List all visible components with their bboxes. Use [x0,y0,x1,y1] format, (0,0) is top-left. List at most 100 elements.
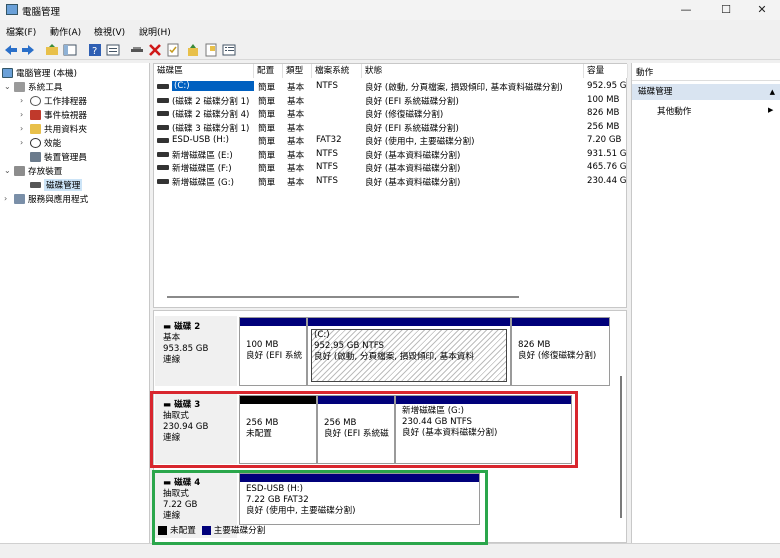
tree-item-label: 電腦管理 (本機) [16,68,77,79]
volume-icon [157,84,169,89]
column-volume[interactable]: 磁碟區 [154,64,254,78]
up-folder-icon[interactable] [45,43,59,57]
expander-icon[interactable]: ⌄ [4,166,14,175]
tree-item-performance[interactable]: › 效能 [20,136,61,149]
volume-type: 基本 [287,150,305,161]
volume-row[interactable]: (磁碟 2 磁碟分割 1) 簡單 基本 良好 (EFI 系統磁碟分割) 100 … [154,94,628,108]
tree-item-computer-management[interactable]: 電腦管理 (本機) [2,66,77,79]
volume-layout: 簡單 [258,150,276,161]
show-hide-tree-icon[interactable] [63,43,77,57]
volume-layout: 簡單 [258,137,276,147]
volume-row[interactable]: (C:) 簡單 基本 NTFS 良好 (啟動, 分頁檔案, 損毀傾印, 基本資料… [154,80,628,94]
volume-layout: 簡單 [258,123,276,134]
volume-icon [157,138,169,143]
partition-size: 952.95 GB NTFS [314,341,385,351]
menu-bar: 檔案(F) 動作(A) 檢視(V) 說明(H) [0,22,780,39]
column-layout[interactable]: 配置 [254,64,283,78]
partition-bar [308,318,510,326]
tree-item-label: 存放裝置 [28,166,63,177]
volume-name: ESD-USB (H:) [172,135,230,145]
partition-block[interactable]: 100 MB 良好 (EFI 系統 [239,317,307,386]
import-icon[interactable] [186,43,200,57]
volume-row[interactable]: (磁碟 2 磁碟分割 4) 簡單 基本 良好 (修復磁碟分割) 826 MB [154,107,628,121]
volume-row[interactable]: 新增磁碟區 (F:) 簡單 基本 NTFS 良好 (基本資料磁碟分割) 465.… [154,161,628,175]
volume-row[interactable]: 新增磁碟區 (E:) 簡單 基本 NTFS 良好 (基本資料磁碟分割) 931.… [154,148,628,162]
help-icon[interactable]: ? [88,43,102,57]
disk-name: ▬ 磁碟 2 [163,322,201,332]
volume-row[interactable]: 新增磁碟區 (G:) 簡單 基本 NTFS 良好 (基本資料磁碟分割) 230.… [154,175,628,189]
delete-icon[interactable] [148,43,162,57]
expander-icon[interactable]: › [20,96,30,105]
back-arrow-icon[interactable] [4,43,18,57]
toolbar: ? [0,40,780,60]
maximize-button[interactable]: ☐ [706,0,746,20]
tree-item-label: 效能 [44,138,62,149]
column-filesystem[interactable]: 檔案系統 [312,64,362,78]
tree-item-shared-folders[interactable]: › 共用資料夾 [20,122,87,135]
volume-icon [157,178,169,184]
actions-section-disk-management[interactable]: 磁碟管理 ▲ [632,84,780,100]
expander-icon[interactable]: › [20,138,30,147]
partition-block[interactable]: (C:) 952.95 GB NTFS 良好 (啟動, 分頁檔案, 損毀傾印, … [307,317,511,386]
volume-filesystem: NTFS [316,81,338,91]
volume-list: 磁碟區 配置 類型 檔案系統 狀態 容量 (C:) 簡單 基本 NTFS 良好 … [153,63,628,308]
list-icon[interactable] [222,43,236,57]
menu-view[interactable]: 檢視(V) [94,25,125,38]
volume-row[interactable]: (磁碟 3 磁碟分割 1) 簡單 基本 良好 (EFI 系統磁碟分割) 256 … [154,121,628,135]
tree-item-event-viewer[interactable]: › 事件檢視器 [20,108,87,121]
menu-help[interactable]: 說明(H) [139,25,171,38]
tree-item-services-apps[interactable]: › 服務與應用程式 [4,192,88,205]
volume-name: 新增磁碟區 (E:) [172,150,233,161]
properties-icon[interactable] [106,43,120,57]
tree-item-label: 共用資料夾 [44,124,87,135]
volume-icon [157,97,169,103]
close-button[interactable]: ✕ [742,0,780,20]
expander-icon[interactable]: › [4,194,14,203]
volume-status: 良好 (基本資料磁碟分割) [365,150,461,161]
tree-item-task-scheduler[interactable]: › 工作排程器 [20,94,87,107]
forward-arrow-icon[interactable] [21,43,35,57]
partition-block[interactable]: 826 MB 良好 (修復磁碟分割) [511,317,610,386]
volume-layout: 簡單 [258,110,276,120]
expander-icon[interactable]: › [20,110,30,119]
window-title: 電腦管理 [22,7,61,18]
partition-text: 826 MB 良好 (修復磁碟分割) [512,326,609,362]
volume-row[interactable]: ESD-USB (H:) 簡單 基本 FAT32 良好 (使用中, 主要磁碟分割… [154,134,628,148]
expander-icon[interactable]: › [20,124,30,133]
disk-2-label[interactable]: ▬ 磁碟 2 基本 953.85 GB 連線 [155,316,237,386]
volume-layout: 簡單 [258,177,276,188]
computer-management-icon [6,4,18,15]
volume-status: 良好 (基本資料磁碟分割) [365,177,461,188]
tree-item-disk-management[interactable]: 磁碟管理 [30,178,83,191]
volume-name: (磁碟 2 磁碟分割 1) [172,96,250,107]
column-type[interactable]: 類型 [283,64,312,78]
horizontal-scrollbar[interactable] [167,296,519,298]
minimize-button[interactable]: — [666,0,706,20]
volume-type: 基本 [287,83,305,93]
partition-bar [512,318,609,326]
connect-icon[interactable] [130,43,144,57]
tree-item-device-manager[interactable]: 裝置管理員 [30,150,87,163]
export-icon[interactable] [204,43,218,57]
volume-capacity: 931.51 G [587,148,627,159]
partition-size: 100 MB [246,340,279,350]
more-actions-item[interactable]: 其他動作 [657,105,691,117]
expander-icon[interactable]: ⌄ [4,82,14,91]
tree-item-label: 事件檢視器 [44,110,87,121]
checklist-icon[interactable] [166,43,180,57]
column-status[interactable]: 狀態 [362,64,584,78]
menu-file[interactable]: 檔案(F) [6,25,36,38]
volume-icon [157,111,169,116]
menu-action[interactable]: 動作(A) [50,25,81,38]
vertical-scrollbar[interactable] [620,376,622,518]
volume-status: 良好 (EFI 系統磁碟分割) [365,96,459,107]
title-bar: 電腦管理 — ☐ ✕ [0,0,780,20]
device-manager-icon [30,151,41,162]
clock-icon [30,95,41,106]
volume-type: 基本 [287,164,305,174]
submenu-arrow-icon: ▶ [768,106,774,114]
tree-item-storage[interactable]: ⌄ 存放裝置 [4,164,62,177]
tree-item-system-tools[interactable]: ⌄ 系統工具 [4,80,62,93]
column-capacity[interactable]: 容量 [584,64,628,78]
volume-status: 良好 (修復磁碟分割) [365,110,444,120]
